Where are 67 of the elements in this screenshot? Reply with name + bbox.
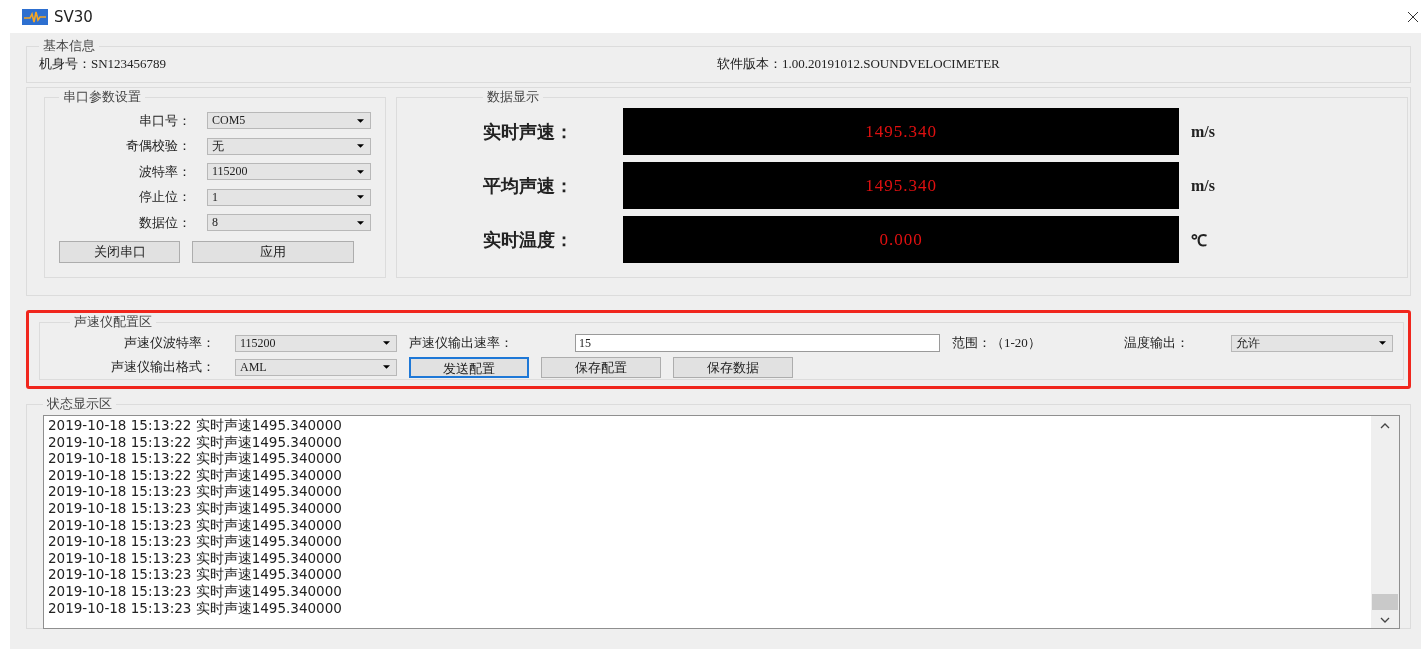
reading-label: 实时温度：	[483, 228, 574, 252]
dropdown[interactable]: 115200	[207, 163, 371, 181]
caret-icon	[357, 195, 364, 200]
unit-label: m/s	[1191, 122, 1215, 141]
caret-icon	[357, 220, 364, 225]
log-line: 2019-10-18 15:13:22 实时声速1495.340000	[48, 417, 343, 434]
window-title: SV30	[54, 7, 93, 26]
group-title: 串口参数设置	[62, 88, 142, 106]
action-button[interactable]: 保存配置	[541, 356, 661, 378]
caret-icon	[1379, 341, 1386, 345]
info-text: 软件版本：1.00.20191012.SOUNDVELOCIMETER	[717, 55, 1000, 73]
reading-label: 实时声速：	[483, 120, 574, 144]
reading-label: 平均声速：	[483, 174, 574, 198]
dropdown[interactable]: 无	[207, 137, 371, 155]
reading-display: 1495.340	[623, 162, 1179, 209]
action-button[interactable]: 应用	[192, 240, 354, 263]
close-icon[interactable]	[1407, 10, 1419, 23]
field-label: 声速仪输出速率：	[409, 334, 514, 352]
scrollbar[interactable]	[1371, 416, 1399, 628]
log-line: 2019-10-18 15:13:22 实时声速1495.340000	[48, 433, 343, 451]
field-label: 奇偶校验：	[125, 137, 192, 156]
log-line: 2019-10-18 15:13:23 实时声速1495.340000	[48, 566, 343, 583]
dropdown[interactable]: AML	[235, 358, 397, 376]
field-label: 串口号：	[138, 111, 192, 130]
log-line: 2019-10-18 15:13:22 实时声速1495.340000	[48, 466, 343, 484]
waveform-icon	[22, 8, 48, 25]
caret-icon	[357, 118, 364, 123]
group-title: 状态显示区	[46, 395, 113, 413]
action-button[interactable]: 关闭串口	[59, 240, 180, 263]
range-text: 范围：（1-20）	[952, 334, 1042, 352]
group-title: 声速仪配置区	[73, 313, 153, 331]
scroll-down-icon[interactable]	[1379, 616, 1391, 624]
log-line: 2019-10-18 15:13:23 实时声速1495.340000	[48, 533, 343, 550]
field-label: 温度输出：	[1124, 334, 1190, 352]
reading-display: 0.000	[623, 216, 1179, 263]
log-line: 2019-10-18 15:13:23 实时声速1495.340000	[48, 549, 343, 567]
group-title: 基本信息	[42, 37, 96, 55]
log-line: 2019-10-18 15:13:23 实时声速1495.340000	[48, 582, 343, 600]
log-line: 2019-10-18 15:13:22 实时声速1495.340000	[48, 450, 343, 467]
info-text: 机身号：SN123456789	[39, 55, 168, 73]
field-label: 波特率：	[138, 162, 192, 181]
scroll-up-icon[interactable]	[1379, 422, 1391, 430]
dropdown[interactable]: COM5	[207, 112, 371, 130]
reading-display: 1495.340	[623, 108, 1179, 155]
action-button[interactable]: 保存数据	[673, 356, 793, 378]
log-line: 2019-10-18 15:13:23 实时声速1495.340000	[48, 499, 343, 517]
dropdown[interactable]: 8	[207, 214, 371, 232]
dropdown[interactable]: 115200	[235, 334, 397, 352]
caret-icon	[383, 365, 390, 369]
caret-icon	[383, 341, 390, 345]
field-label: 数据位：	[138, 213, 192, 232]
dropdown[interactable]: 1	[207, 188, 371, 206]
field-label: 停止位：	[138, 188, 192, 207]
log-line: 2019-10-18 15:13:23 实时声速1495.340000	[48, 483, 343, 500]
field-label: 声速仪波特率：	[123, 334, 216, 352]
unit-label: ℃	[1191, 230, 1207, 251]
scroll-thumb[interactable]	[1372, 594, 1398, 610]
field-label: 声速仪输出格式：	[110, 358, 216, 376]
action-button[interactable]: 发送配置	[409, 356, 529, 378]
unit-label: m/s	[1191, 176, 1215, 195]
caret-icon	[357, 169, 364, 174]
caret-icon	[357, 144, 364, 149]
log-line: 2019-10-18 15:13:23 实时声速1495.340000	[48, 599, 343, 617]
log-line: 2019-10-18 15:13:23 实时声速1495.340000	[48, 516, 343, 534]
dropdown[interactable]: 允许	[1231, 334, 1393, 352]
group-title: 数据显示	[486, 88, 540, 106]
input-field[interactable]: 15	[575, 334, 940, 352]
